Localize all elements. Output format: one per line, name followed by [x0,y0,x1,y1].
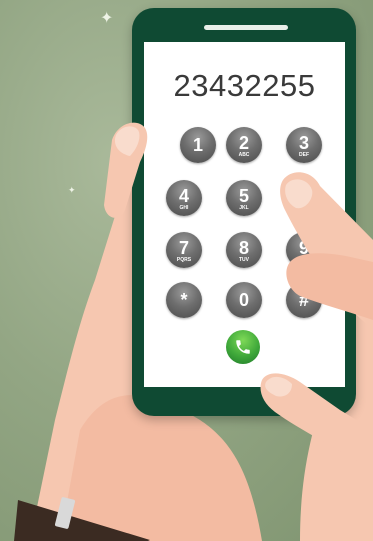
key-digit: 8 [238,238,249,258]
left-hand-palm [60,395,262,541]
key-8[interactable]: 8 TUV [226,232,262,268]
key-letters: JKL [239,205,249,211]
key-digit: 3 [298,133,309,153]
key-digit: 9 [298,238,309,258]
key-1[interactable]: 1 [180,127,216,163]
key-digit: 2 [238,133,249,153]
key-5[interactable]: 5 JKL [226,180,262,216]
phone-speaker [204,25,288,30]
key-digit: * [180,290,188,310]
key-4[interactable]: 4 GHI [166,180,202,216]
key-letters: DEF [299,152,309,158]
key-digit: # [298,290,309,310]
key-letters: ABC [238,152,250,158]
key-hash[interactable]: # [286,282,322,318]
key-7[interactable]: 7 PQRS [166,232,202,268]
key-6[interactable]: 6 MNO [286,180,322,216]
key-2[interactable]: 2 ABC [226,127,262,163]
key-star[interactable]: * [166,282,202,318]
dialed-number: 23432255 [173,68,316,103]
key-letters: WXYZ [296,257,312,263]
key-9[interactable]: 9 WXYZ [286,232,322,268]
key-letters: MNO [298,205,310,211]
key-digit: 0 [238,290,249,310]
key-letters: TUV [239,257,249,263]
key-digit: 4 [178,186,189,206]
key-digit: 1 [192,135,203,155]
key-0[interactable]: 0 [226,282,262,318]
key-digit: 5 [238,186,249,206]
call-button[interactable] [226,330,260,364]
key-digit: 7 [178,238,189,258]
key-3[interactable]: 3 DEF [286,127,322,163]
key-letters: PQRS [176,257,192,263]
phone-icon [236,340,250,354]
key-digit: 6 [298,186,309,206]
key-letters: GHI [179,205,189,211]
